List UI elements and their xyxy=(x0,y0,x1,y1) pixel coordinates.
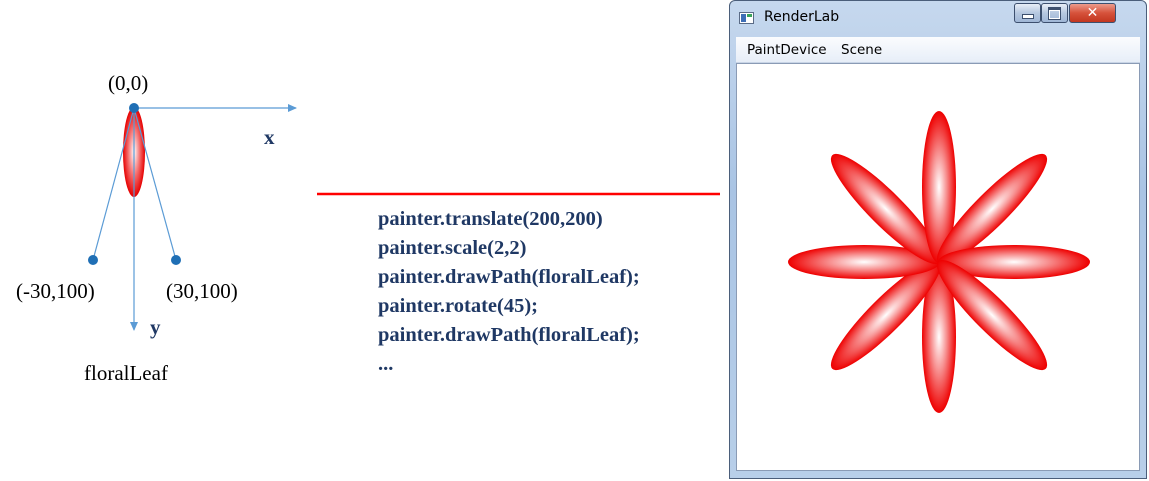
left-point xyxy=(88,255,98,265)
code-snippet: painter.translate(200,200) painter.scale… xyxy=(378,205,640,379)
render-canvas[interactable] xyxy=(736,63,1140,471)
right-point-label: (30,100) xyxy=(166,279,238,303)
code-line: painter.scale(2,2) xyxy=(378,237,527,259)
shape-name-label: floralLeaf xyxy=(84,361,168,385)
code-line: painter.drawPath(floralLeaf); xyxy=(378,324,640,346)
code-line: ... xyxy=(378,353,394,375)
code-line: painter.rotate(45); xyxy=(378,295,538,317)
left-point-label: (-30,100) xyxy=(16,279,95,303)
origin-point xyxy=(129,103,139,113)
right-point xyxy=(171,255,181,265)
menu-scene[interactable]: Scene xyxy=(841,42,882,58)
close-button[interactable]: ✕ xyxy=(1069,3,1116,23)
y-axis-label: y xyxy=(150,315,161,339)
menu-bar: PaintDevice Scene xyxy=(736,37,1140,63)
maximize-button[interactable] xyxy=(1041,3,1068,23)
flower-scene xyxy=(788,111,1090,413)
origin-label: (0,0) xyxy=(108,71,149,95)
menu-paintdevice[interactable]: PaintDevice xyxy=(747,42,827,58)
x-axis-label: x xyxy=(264,125,275,149)
renderlab-window: RenderLab ✕ PaintDevice Scene xyxy=(729,0,1147,479)
minimize-button[interactable] xyxy=(1014,3,1041,23)
app-window-icon xyxy=(739,12,754,24)
close-icon: ✕ xyxy=(1086,5,1099,21)
title-bar[interactable]: RenderLab ✕ xyxy=(730,1,1146,35)
code-line: painter.translate(200,200) xyxy=(378,208,603,230)
maximize-icon xyxy=(1048,6,1061,20)
code-line: painter.drawPath(floralLeaf); xyxy=(378,266,640,288)
minimize-icon xyxy=(1021,14,1034,19)
window-title: RenderLab xyxy=(764,9,840,25)
